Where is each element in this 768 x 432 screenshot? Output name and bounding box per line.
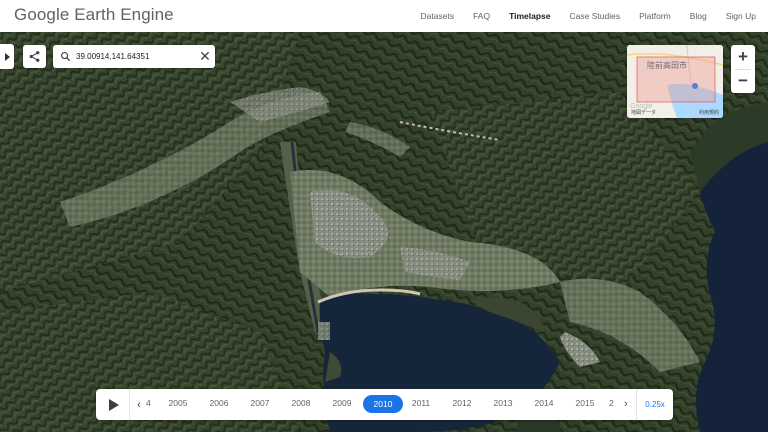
year-2013[interactable]: 2013 bbox=[486, 398, 520, 408]
year-2015[interactable]: 2015 bbox=[568, 398, 602, 408]
nav-faq[interactable]: FAQ bbox=[473, 11, 490, 21]
year-partial-right[interactable]: 2 bbox=[609, 398, 619, 408]
year-partial-left[interactable]: 4 bbox=[146, 398, 156, 408]
year-2010-selected[interactable]: 2010 bbox=[363, 395, 403, 413]
year-2011[interactable]: 2011 bbox=[404, 398, 438, 408]
chevron-right-icon bbox=[5, 52, 10, 61]
zoom-in-button[interactable]: + bbox=[731, 45, 755, 69]
year-2014[interactable]: 2014 bbox=[527, 398, 561, 408]
zoom-out-button[interactable]: − bbox=[731, 69, 755, 93]
top-nav: Datasets FAQ Timelapse Case Studies Plat… bbox=[402, 0, 756, 32]
logo[interactable]: Google Earth Engine bbox=[14, 5, 174, 25]
location-search: ✕ bbox=[53, 45, 215, 68]
share-button[interactable] bbox=[23, 45, 46, 68]
year-2007[interactable]: 2007 bbox=[243, 398, 277, 408]
year-2008[interactable]: 2008 bbox=[284, 398, 318, 408]
inset-map[interactable]: 陸前高田市 Google 地図データ 利用規約 bbox=[627, 45, 723, 118]
chevron-right-icon[interactable]: › bbox=[624, 398, 628, 410]
year-strip: 4 2005 2006 2007 2008 2009 2010 2011 201… bbox=[144, 389, 624, 420]
zoom-controls: + − bbox=[731, 45, 755, 93]
panel-toggle-button[interactable] bbox=[0, 44, 14, 69]
year-2009[interactable]: 2009 bbox=[325, 398, 359, 408]
nav-blog[interactable]: Blog bbox=[690, 11, 707, 21]
nav-sign-up[interactable]: Sign Up bbox=[726, 11, 756, 21]
terms-link[interactable]: 利用規約 bbox=[699, 109, 719, 116]
play-icon bbox=[108, 398, 119, 411]
close-icon[interactable]: ✕ bbox=[195, 45, 215, 68]
chevron-left-icon[interactable]: ‹ bbox=[134, 399, 144, 411]
search-input[interactable] bbox=[76, 52, 188, 61]
search-icon[interactable] bbox=[55, 45, 75, 68]
nav-datasets[interactable]: Datasets bbox=[421, 11, 455, 21]
speed-toggle[interactable]: 0.25x bbox=[636, 389, 673, 420]
share-icon bbox=[29, 51, 40, 62]
inset-place-label: 陸前高田市 bbox=[647, 61, 687, 70]
nav-case-studies[interactable]: Case Studies bbox=[570, 11, 621, 21]
top-header: Google Earth Engine Datasets FAQ Timelap… bbox=[0, 0, 768, 32]
timelapse-timeline: ‹ 4 2005 2006 2007 2008 2009 2010 2011 2… bbox=[96, 389, 673, 420]
zoom-divider bbox=[735, 69, 751, 70]
year-2006[interactable]: 2006 bbox=[202, 398, 236, 408]
year-2012[interactable]: 2012 bbox=[445, 398, 479, 408]
year-2005[interactable]: 2005 bbox=[161, 398, 195, 408]
nav-platform[interactable]: Platform bbox=[639, 11, 671, 21]
inset-footer: 地図データ 利用規約 bbox=[627, 109, 723, 116]
map-data-link[interactable]: 地図データ bbox=[631, 109, 656, 116]
nav-timelapse[interactable]: Timelapse bbox=[509, 11, 550, 21]
play-button[interactable] bbox=[96, 389, 130, 420]
